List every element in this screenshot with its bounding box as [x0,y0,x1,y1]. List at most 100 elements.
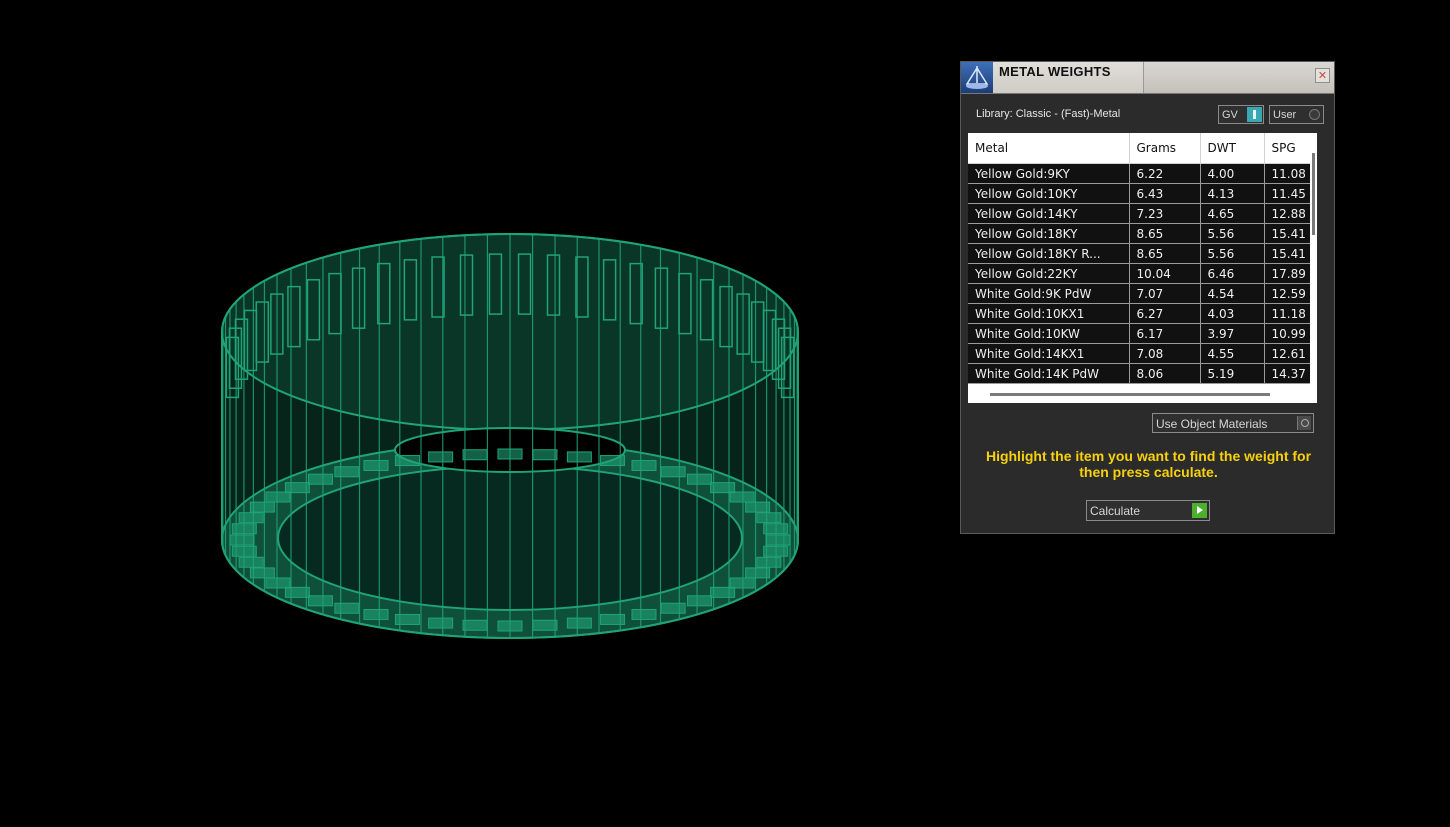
cell-metal[interactable]: Yellow Gold:14KY [968,203,1130,224]
table-row[interactable]: Yellow Gold:10KY 6.43 4.13 11.45 [968,183,1317,204]
cell-dwt[interactable]: 5.19 [1200,363,1265,384]
cell-metal[interactable]: White Gold:14K PdW [968,363,1130,384]
rim-segment [756,512,782,524]
material-source-select[interactable]: Use Object Materials [1152,413,1314,433]
column-header-grams[interactable]: Grams [1129,133,1201,164]
rim-segment [428,451,454,463]
vertical-scroll-thumb[interactable] [1312,153,1315,235]
cell-metal[interactable]: Yellow Gold:18KY R... [968,243,1130,264]
rim-segment [729,577,755,589]
panel-titlebar[interactable]: METAL WEIGHTS ✕ [961,62,1334,94]
cell-metal[interactable]: White Gold:9K PdW [968,283,1130,304]
cell-grams[interactable]: 7.08 [1129,343,1201,364]
cell-dwt[interactable]: 4.13 [1200,183,1265,204]
cell-grams[interactable]: 8.06 [1129,363,1201,384]
calculate-button[interactable]: Calculate [1086,500,1210,521]
cell-dwt[interactable]: 3.97 [1200,323,1265,344]
rim-segment [710,482,736,494]
rim-segment [284,586,310,598]
table-row[interactable]: Yellow Gold:22KY 10.04 6.46 17.89 [968,263,1317,284]
cell-metal[interactable]: Yellow Gold:22KY [968,263,1130,284]
rim-segment [687,595,713,607]
cell-dwt[interactable]: 4.54 [1200,283,1265,304]
rim-segment [600,455,626,467]
cell-metal[interactable]: White Gold:10KX1 [968,303,1130,324]
rim-segment [497,620,523,632]
rim-segment [428,617,454,629]
rim-segment [763,523,789,535]
toggle-off-icon [1309,109,1320,120]
rim-segment [462,619,488,631]
column-header-dwt[interactable]: DWT [1200,133,1265,164]
rim-segment [394,613,420,625]
cell-metal[interactable]: Yellow Gold:9KY [968,163,1130,184]
rim-segment [394,455,420,467]
cell-dwt[interactable]: 4.00 [1200,163,1265,184]
rim-segment [497,448,523,460]
table-row[interactable]: White Gold:14K PdW 8.06 5.19 14.37 [968,363,1317,384]
cell-dwt[interactable]: 5.56 [1200,243,1265,264]
metal-table[interactable]: Metal Grams DWT SPG Yellow Gold:9KY 6.22 4… [968,133,1317,403]
rim-segment [249,567,275,579]
scale-icon [961,62,993,93]
cell-metal[interactable]: Yellow Gold:18KY [968,223,1130,244]
cell-dwt[interactable]: 6.46 [1200,263,1265,284]
panel-title: METAL WEIGHTS [999,64,1111,79]
cell-grams[interactable]: 7.07 [1129,283,1201,304]
table-header-row: Metal Grams DWT SPG [968,133,1317,164]
rim-segment [660,466,686,478]
horizontal-scrollbar[interactable] [968,385,1310,403]
vertical-scrollbar[interactable] [1310,133,1317,403]
gv-toggle-label: GV [1222,109,1238,121]
cell-grams[interactable]: 7.23 [1129,203,1201,224]
rim-segment [763,545,789,557]
cell-dwt[interactable]: 4.03 [1200,303,1265,324]
table-row[interactable]: White Gold:10KX1 6.27 4.03 11.18 [968,303,1317,324]
rim-segment [745,567,771,579]
cell-grams[interactable]: 8.65 [1129,243,1201,264]
cell-grams[interactable]: 6.43 [1129,183,1201,204]
rim-segment [231,545,257,557]
rim-segment [238,556,264,568]
horizontal-scroll-thumb[interactable] [990,393,1270,396]
ring-model[interactable] [221,233,799,639]
cell-grams[interactable]: 8.65 [1129,223,1201,244]
cell-grams[interactable]: 6.17 [1129,323,1201,344]
cell-grams[interactable]: 6.27 [1129,303,1201,324]
table-row[interactable]: White Gold:10KW 6.17 3.97 10.99 [968,323,1317,344]
rim-segment [363,608,389,620]
table-row[interactable]: White Gold:9K PdW 7.07 4.54 12.59 [968,283,1317,304]
rim-segment [284,482,310,494]
cell-dwt[interactable]: 4.65 [1200,203,1265,224]
rim-segment [600,613,626,625]
rim-segment [532,449,558,461]
rim-segment [307,595,333,607]
table-row[interactable]: Yellow Gold:14KY 7.23 4.65 12.88 [968,203,1317,224]
rim-segment [631,608,657,620]
table-row[interactable]: Yellow Gold:18KY R... 8.65 5.56 15.41 [968,243,1317,264]
cell-metal[interactable]: Yellow Gold:10KY [968,183,1130,204]
cell-metal[interactable]: White Gold:14KX1 [968,343,1130,364]
calculate-label: Calculate [1090,504,1141,518]
close-button[interactable]: ✕ [1315,68,1330,83]
rim-segment [249,501,275,513]
cell-grams[interactable]: 6.22 [1129,163,1201,184]
table-row[interactable]: Yellow Gold:18KY 8.65 5.56 15.41 [968,223,1317,244]
dropdown-icon [1297,416,1311,430]
instruction-text: Highlight the item you want to find the … [985,448,1312,480]
cell-grams[interactable]: 10.04 [1129,263,1201,284]
table-row[interactable]: White Gold:14KX1 7.08 4.55 12.61 [968,343,1317,364]
play-icon [1192,503,1207,518]
rim-segment [710,586,736,598]
cell-metal[interactable]: White Gold:10KW [968,323,1130,344]
rim-segment [307,473,333,485]
cell-dwt[interactable]: 4.55 [1200,343,1265,364]
cell-dwt[interactable]: 5.56 [1200,223,1265,244]
table-row[interactable]: Yellow Gold:9KY 6.22 4.00 11.08 [968,163,1317,184]
rim-segment [765,534,791,546]
rim-segment [687,473,713,485]
gv-toggle[interactable]: GV [1218,105,1264,124]
user-toggle[interactable]: User [1269,105,1324,124]
rim-segment [265,577,291,589]
column-header-metal[interactable]: Metal [968,133,1130,164]
